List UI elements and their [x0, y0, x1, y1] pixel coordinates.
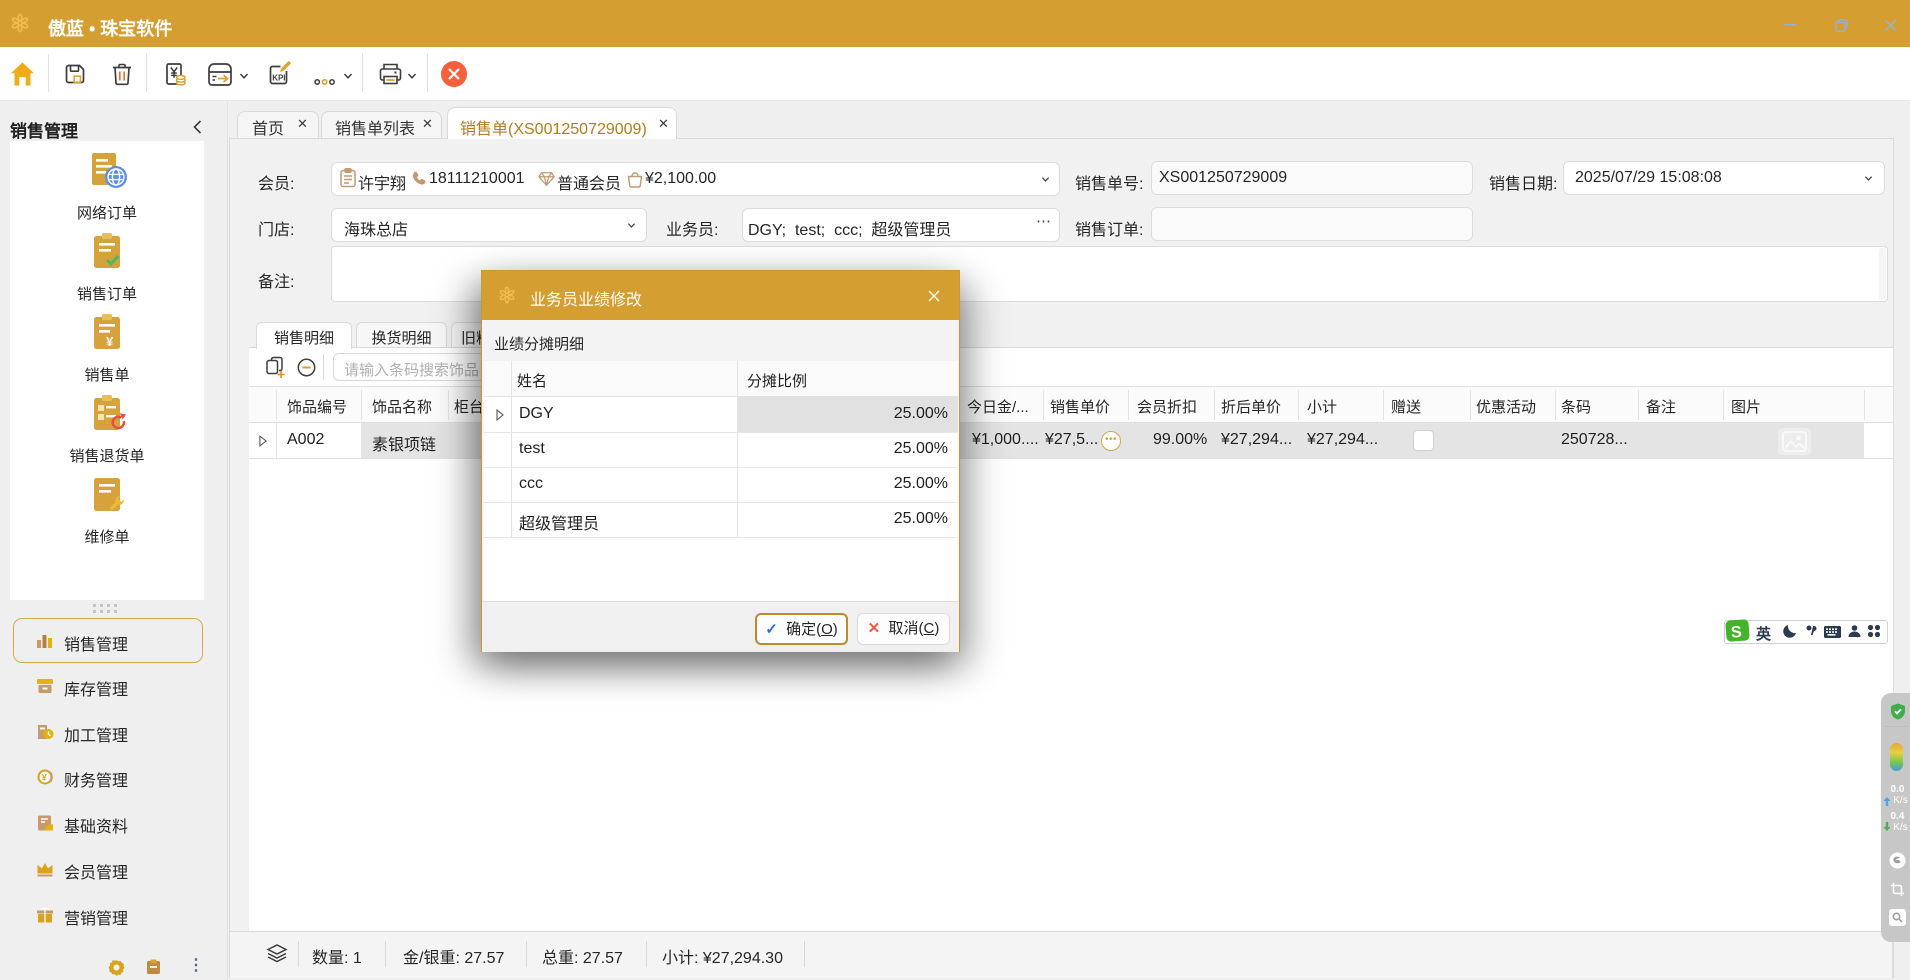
- svg-text:KPI: KPI: [272, 74, 285, 83]
- svg-text:¥: ¥: [42, 772, 47, 782]
- svg-text:¥: ¥: [106, 334, 114, 349]
- svg-text:S: S: [1730, 623, 1742, 642]
